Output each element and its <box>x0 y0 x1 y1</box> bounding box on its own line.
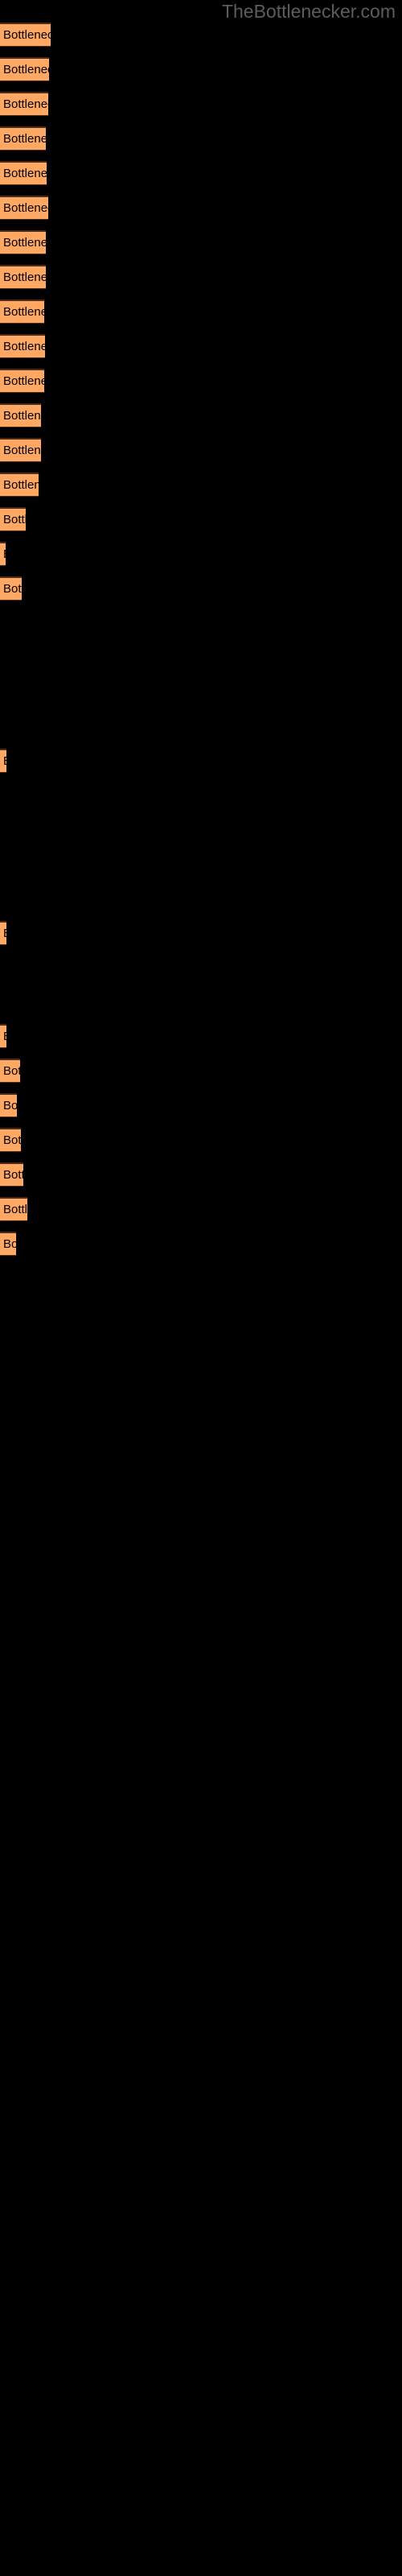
bar-label: Bottleneck result <box>3 477 39 492</box>
bar[interactable]: Bottleneck result <box>0 473 39 497</box>
bar-row: Bottleneck result <box>0 196 402 220</box>
bar[interactable]: Bottleneck result <box>0 92 48 116</box>
bar[interactable]: Bottleneck result <box>0 921 6 945</box>
bar[interactable]: Bottleneck result <box>0 438 41 462</box>
bar-row: Bottleneck result <box>0 403 402 427</box>
bar-row: Bottleneck result <box>0 1197 402 1221</box>
bar[interactable]: Bottleneck result <box>0 1162 23 1187</box>
bar-label: Bottleneck result <box>3 131 46 146</box>
bar[interactable]: Bottleneck result <box>0 1093 17 1117</box>
plot-area: Bottleneck result Bottleneck result Bottle… <box>0 0 402 2576</box>
bar[interactable]: Bottleneck result <box>0 161 47 185</box>
bar[interactable]: Bottleneck result <box>0 1059 20 1083</box>
bar-row: Bottleneck result <box>0 1162 402 1187</box>
bar[interactable]: Bottleneck result <box>0 1232 16 1256</box>
bar[interactable]: Bottleneck result <box>0 299 44 324</box>
bar-row: Bottleneck result <box>0 57 402 81</box>
bar-label: Bottleneck result <box>3 512 26 526</box>
bar-label: Bottleneck result <box>3 754 6 768</box>
bar-label: Bottleneck result <box>3 1202 27 1216</box>
bar-row: Bottleneck result <box>0 265 402 289</box>
bar[interactable]: Bottleneck result <box>0 126 46 151</box>
bar[interactable]: Bottleneck result <box>0 57 49 81</box>
bar-label: Bottleneck result <box>3 235 46 250</box>
bar-label: Bottleneck result <box>3 1030 6 1043</box>
bar-row: Bottleneck result <box>0 749 402 773</box>
bar[interactable]: Bottleneck result <box>0 1197 27 1221</box>
bar-row: Bottleneck result <box>0 473 402 497</box>
bar[interactable]: Bottleneck result <box>0 1024 6 1048</box>
bar[interactable]: Bottleneck result <box>0 23 51 47</box>
bar[interactable]: Bottleneck result <box>0 576 22 601</box>
bar-label: Bottleneck result <box>3 1167 23 1182</box>
bar-row: Bottleneck result <box>0 230 402 254</box>
bar[interactable]: Bottleneck result <box>0 334 45 358</box>
bar-label: Bottleneck result <box>3 443 41 457</box>
bar[interactable]: Bottleneck result <box>0 749 6 773</box>
bar[interactable]: Bottleneck result <box>0 542 6 566</box>
bar-row: Bottleneck result <box>0 369 402 393</box>
bar-label: Bottleneck result <box>3 166 47 180</box>
bar-row: Bottleneck result <box>0 1093 402 1117</box>
bar-chart-root: TheBottlenecker.com Bottleneck resultBot… <box>0 0 402 2576</box>
bar-label: Bottleneck result <box>3 304 44 319</box>
bar-row: Bottleneck result <box>0 92 402 116</box>
bar-label: Bottleneck result <box>3 408 41 423</box>
bar-row: Bottleneck result <box>0 438 402 462</box>
bar-label: Bottleneck result <box>3 374 44 388</box>
bar-row: Bottleneck result <box>0 576 402 601</box>
bar-label: Bottleneck result <box>3 1098 17 1113</box>
bar-label: Bottleneck result <box>3 62 49 76</box>
bar-label: Bottleneck result <box>3 339 45 353</box>
bar[interactable]: Bottleneck result <box>0 403 41 427</box>
bar-row: Bottleneck result <box>0 126 402 151</box>
bar-row: Bottleneck result <box>0 1024 402 1048</box>
bar-row: Bottleneck result <box>0 334 402 358</box>
bar-row: Bottleneck result <box>0 299 402 324</box>
bar-label: Bottleneck result <box>3 547 6 561</box>
bar-label: Bottleneck result <box>3 270 46 284</box>
bar[interactable]: Bottleneck result <box>0 507 26 531</box>
bar-label: Bottleneck result <box>3 581 22 596</box>
bar-row: Bottleneck result <box>0 1059 402 1083</box>
bar-row: Bottleneck result <box>0 161 402 185</box>
bar-label: Bottleneck result <box>3 1236 16 1251</box>
bar[interactable]: Bottleneck result <box>0 265 46 289</box>
bar-label: Bottleneck result <box>3 27 51 42</box>
bar[interactable]: Bottleneck result <box>0 1128 21 1152</box>
bar-row: Bottleneck result <box>0 1128 402 1152</box>
bar-label: Bottleneck result <box>3 927 6 940</box>
bar-row: Bottleneck result <box>0 1232 402 1256</box>
bar-label: Bottleneck result <box>3 1133 21 1147</box>
bar[interactable]: Bottleneck result <box>0 196 48 220</box>
bar[interactable]: Bottleneck result <box>0 369 44 393</box>
bar-label: Bottleneck result <box>3 1063 20 1078</box>
bar-row: Bottleneck result <box>0 507 402 531</box>
bar-label: Bottleneck result <box>3 97 48 111</box>
bar-row: Bottleneck result <box>0 542 402 566</box>
bar-label: Bottleneck result <box>3 200 48 215</box>
bar-row: Bottleneck result <box>0 23 402 47</box>
bar-row: Bottleneck result <box>0 921 402 945</box>
bar[interactable]: Bottleneck result <box>0 230 46 254</box>
